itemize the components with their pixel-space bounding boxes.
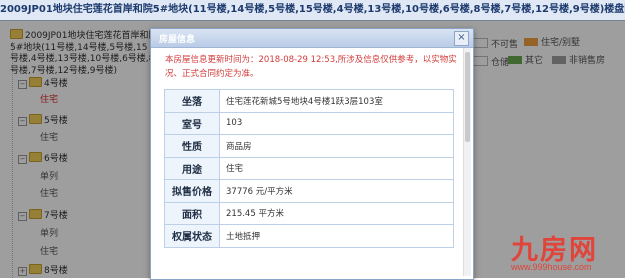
close-icon[interactable]: × [454,31,469,46]
dialog-scrollbar[interactable] [463,48,471,276]
table-row: 性质 商品房 [164,134,454,158]
table-row: 用途 住宅 [164,156,454,180]
field-value: 37776 元/平方米 [219,179,454,203]
field-value: 住宅 [219,156,454,180]
table-row: 面积 215.45 平方米 [164,201,454,225]
house-info-table: 坐落 住宅莲花新城5号地块4号楼1跃3层103室 室号 103 性质 商品房 用途 住宅… [164,89,454,248]
field-value: 103 [219,111,454,135]
field-value: 住宅莲花新城5号地块4号楼1跃3层103室 [219,89,454,113]
field-value: 商品房 [219,134,454,158]
dialog-title: 房屋信息 [159,35,196,45]
field-label: 权属状态 [164,224,220,248]
field-label: 用途 [164,156,220,180]
site-watermark: 九房网 www.999house.com [505,228,625,278]
dialog-header: 房屋信息 × [151,29,473,48]
watermark-url: www.999house.com [511,262,592,272]
scrollbar-thumb[interactable] [465,52,470,142]
field-label: 性质 [164,134,220,158]
field-label: 拟售价格 [164,179,220,203]
field-value: 土地抵押 [219,224,454,248]
table-row: 权属状态 土地抵押 [164,224,454,248]
house-info-dialog: 房屋信息 × 本房屋信息更新时间为：2018-08-29 12:53,所涉及信息… [150,28,474,280]
table-row: 拟售价格 37776 元/平方米 [164,179,454,203]
field-label: 坐落 [164,89,220,113]
table-row: 坐落 住宅莲花新城5号地块4号楼1跃3层103室 [164,89,454,113]
update-notice: 本房屋信息更新时间为：2018-08-29 12:53,所涉及信息仅供参考，以实… [165,55,457,79]
table-row: 室号 103 [164,111,454,135]
field-value: 215.45 平方米 [219,201,454,225]
field-label: 室号 [164,111,220,135]
page-title: 2009JP01地块住宅莲花首岸和院5#地块(11号楼,14号楼,5号楼,15号… [0,0,625,21]
field-label: 面积 [164,201,220,225]
